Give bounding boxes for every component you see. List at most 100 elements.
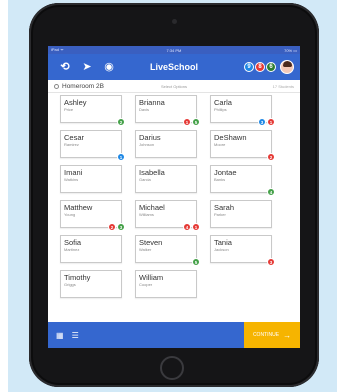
status-bar: iPad ᯤ 7:34 PM 70% ▭ (48, 46, 300, 54)
app-screen: iPad ᯤ 7:34 PM 70% ▭ ⟲ ➤ ◉ LiveSchool 9 … (48, 46, 300, 348)
bottom-bar: ▦ ☰ CONTINUE → (48, 322, 300, 348)
badge-blue[interactable]: 9 (244, 62, 254, 72)
student-card[interactable]: Tania Jackson 3 (210, 235, 275, 266)
student-grid: Ashley Price 2 Brianna Davis 1 5 Carla Phillips 3… (48, 93, 300, 298)
student-last-name: Garcia (139, 177, 151, 182)
point-dots: 31 (258, 118, 275, 126)
point-dots: 2 (117, 118, 125, 126)
student-first-name: DeShawn (214, 133, 247, 142)
point-dots: 5 (192, 258, 200, 266)
student-card[interactable]: Brianna Davis 1 5 (135, 95, 200, 126)
student-card[interactable]: Jontae Banks 4 (210, 165, 275, 196)
student-card[interactable]: Sarah Parker (210, 200, 272, 228)
student-first-name: Sofia (64, 238, 82, 247)
continue-label: CONTINUE (252, 332, 280, 338)
student-card[interactable]: Ashley Price 2 (60, 95, 125, 126)
status-carrier: iPad ᯤ (51, 47, 64, 52)
student-card[interactable]: Darius Johnson (135, 130, 197, 158)
student-first-name: Brianna (139, 98, 165, 107)
point-dots: 41 (183, 223, 200, 231)
student-last-name: Watkins (64, 177, 79, 182)
point-dot: 4 (267, 188, 275, 196)
point-dot: 3 (267, 258, 275, 266)
student-last-name: Ramirez (64, 142, 79, 147)
student-card[interactable]: Imani Watkins (60, 165, 122, 193)
student-first-name: Timothy (64, 273, 91, 282)
student-card[interactable]: Timothy Griggs (60, 270, 122, 298)
point-dot: 5 (192, 258, 200, 266)
point-dot: 1 (267, 118, 275, 126)
list-view-icon[interactable]: ☰ (72, 331, 79, 340)
point-dot: 2 (267, 153, 275, 161)
point-dot: 1 (183, 118, 191, 126)
student-card[interactable]: Matthew Young 2 3 (60, 200, 125, 231)
student-last-name: Cooper (139, 282, 153, 287)
student-last-name: Griggs (64, 282, 76, 287)
student-last-name: Young (64, 212, 76, 217)
student-last-name: Price (64, 107, 74, 112)
status-battery: 70% ▭ (284, 47, 297, 53)
point-dots: 4 (267, 188, 275, 196)
point-dot: 3 (258, 118, 266, 126)
student-first-name: Ashley (64, 98, 87, 107)
student-last-name: Walker (139, 247, 152, 252)
student-last-name: Parker (214, 212, 226, 217)
student-last-name: Johnson (139, 142, 155, 147)
select-all-radio[interactable] (54, 83, 59, 89)
student-last-name: Jackson (214, 247, 229, 252)
class-name[interactable]: Homeroom 2B (62, 83, 104, 90)
point-dots: 15 (183, 118, 200, 126)
class-subheader: Homeroom 2B Select Options 17 Students (48, 80, 300, 93)
student-first-name: Steven (139, 238, 163, 247)
student-card[interactable]: Michael Williams 4 1 (135, 200, 200, 231)
point-dot: 2 (108, 223, 116, 231)
student-first-name: Sarah (214, 203, 235, 212)
student-card[interactable]: Steven Walker 5 (135, 235, 200, 266)
student-last-name: Davis (139, 107, 150, 112)
refresh-icon[interactable]: ⟲ (54, 54, 76, 80)
point-dots: 1 (117, 153, 125, 161)
student-last-name: Banks (214, 177, 226, 182)
student-card[interactable]: William Cooper (135, 270, 197, 298)
student-first-name: Isabella (139, 168, 165, 177)
student-last-name: Williams (139, 212, 154, 217)
student-first-name: Matthew (64, 203, 93, 212)
point-dot: 4 (183, 223, 191, 231)
continue-button[interactable]: CONTINUE → (244, 322, 300, 348)
student-card[interactable]: Carla Phillips 3 1 (210, 95, 275, 126)
student-card[interactable]: Cesar Ramirez 1 (60, 130, 125, 161)
student-first-name: Darius (139, 133, 161, 142)
arrow-right-icon: → (283, 330, 292, 340)
top-navbar: ⟲ ➤ ◉ LiveSchool 9 8 6 (48, 54, 300, 80)
send-icon[interactable]: ➤ (76, 54, 98, 80)
student-count: 17 Students (272, 83, 294, 89)
point-dots: 23 (108, 223, 125, 231)
student-first-name: Jontae (214, 168, 237, 177)
point-dot: 3 (117, 223, 125, 231)
point-badges: 9 8 6 (244, 60, 294, 74)
student-card[interactable]: Sofia Martinez (60, 235, 122, 263)
point-dot: 5 (192, 118, 200, 126)
student-first-name: Michael (139, 203, 165, 212)
student-last-name: Moore (214, 142, 226, 147)
badge-green[interactable]: 6 (266, 62, 276, 72)
student-first-name: William (139, 273, 164, 282)
home-button[interactable] (160, 356, 184, 380)
point-dot: 2 (117, 118, 125, 126)
student-first-name: Imani (64, 168, 83, 177)
badge-red[interactable]: 8 (255, 62, 265, 72)
student-card[interactable]: Isabella Garcia (135, 165, 197, 193)
eye-icon[interactable]: ◉ (98, 54, 120, 80)
point-dots: 3 (267, 258, 275, 266)
grid-view-icon[interactable]: ▦ (56, 331, 64, 340)
teacher-avatar[interactable] (280, 60, 294, 74)
student-first-name: Carla (214, 98, 232, 107)
point-dots: 2 (267, 153, 275, 161)
student-card[interactable]: DeShawn Moore 2 (210, 130, 275, 161)
status-time: 7:34 PM (166, 47, 182, 53)
camera-dot (172, 19, 177, 24)
ipad-frame: iPad ᯤ 7:34 PM 70% ▭ ⟲ ➤ ◉ LiveSchool 9 … (29, 3, 319, 387)
student-last-name: Martinez (64, 247, 80, 252)
point-dot: 1 (192, 223, 200, 231)
point-dot: 1 (117, 153, 125, 161)
